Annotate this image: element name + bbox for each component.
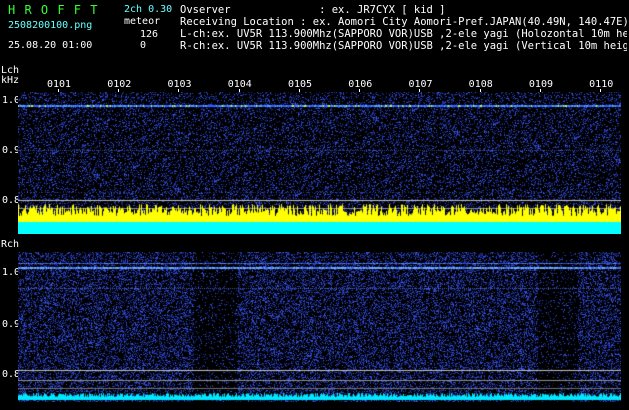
location-info: Receiving Location : ex. Aomori City Aom…	[180, 16, 629, 28]
khz-unit-label: kHz	[1, 75, 20, 86]
observer-info: Ovserver : ex. JR7CYX [ kid ]	[180, 4, 446, 16]
time-tick-label: 0104	[227, 79, 252, 90]
rch-label: Rch	[1, 239, 20, 250]
time-tick-label: 0102	[107, 79, 132, 90]
lch-spectrogram-canvas	[18, 92, 621, 234]
rch-spectrogram	[18, 252, 621, 402]
version-label: 2ch 0.30	[124, 4, 173, 15]
lch-spectrogram	[18, 92, 621, 234]
meteor-label: meteor	[124, 16, 161, 27]
filename-label: 2508200100.png	[8, 20, 93, 31]
datetime-label: 25.08.20 01:00	[8, 40, 93, 51]
meteor-count-lch: 126	[140, 29, 159, 40]
rch-receiver-info: R-ch:ex. UV5R 113.900Mhz(SAPPORO VOR)USB…	[180, 41, 627, 52]
time-tick-label: 0105	[287, 79, 313, 90]
rch-spectrogram-canvas	[18, 252, 621, 402]
meteor-count-rch: 0	[140, 40, 147, 51]
app-title: H R O F F T	[8, 3, 99, 17]
time-tick-label: 0110	[589, 79, 614, 90]
time-tick-label: 0107	[408, 79, 433, 90]
time-tick-label: 0109	[528, 79, 553, 90]
time-tick-label: 0108	[468, 79, 493, 90]
time-axis: 0101 0102 0103 0104 0105 0106 0107 0108 0109 0110	[18, 79, 621, 93]
time-tick-label: 0101	[47, 79, 72, 90]
lch-receiver-info: L-ch:ex. UV5R 113.900Mhz(SAPPORO VOR)USB…	[180, 29, 627, 40]
time-tick-label: 0106	[348, 79, 373, 90]
time-tick-label: 0103	[167, 79, 192, 90]
